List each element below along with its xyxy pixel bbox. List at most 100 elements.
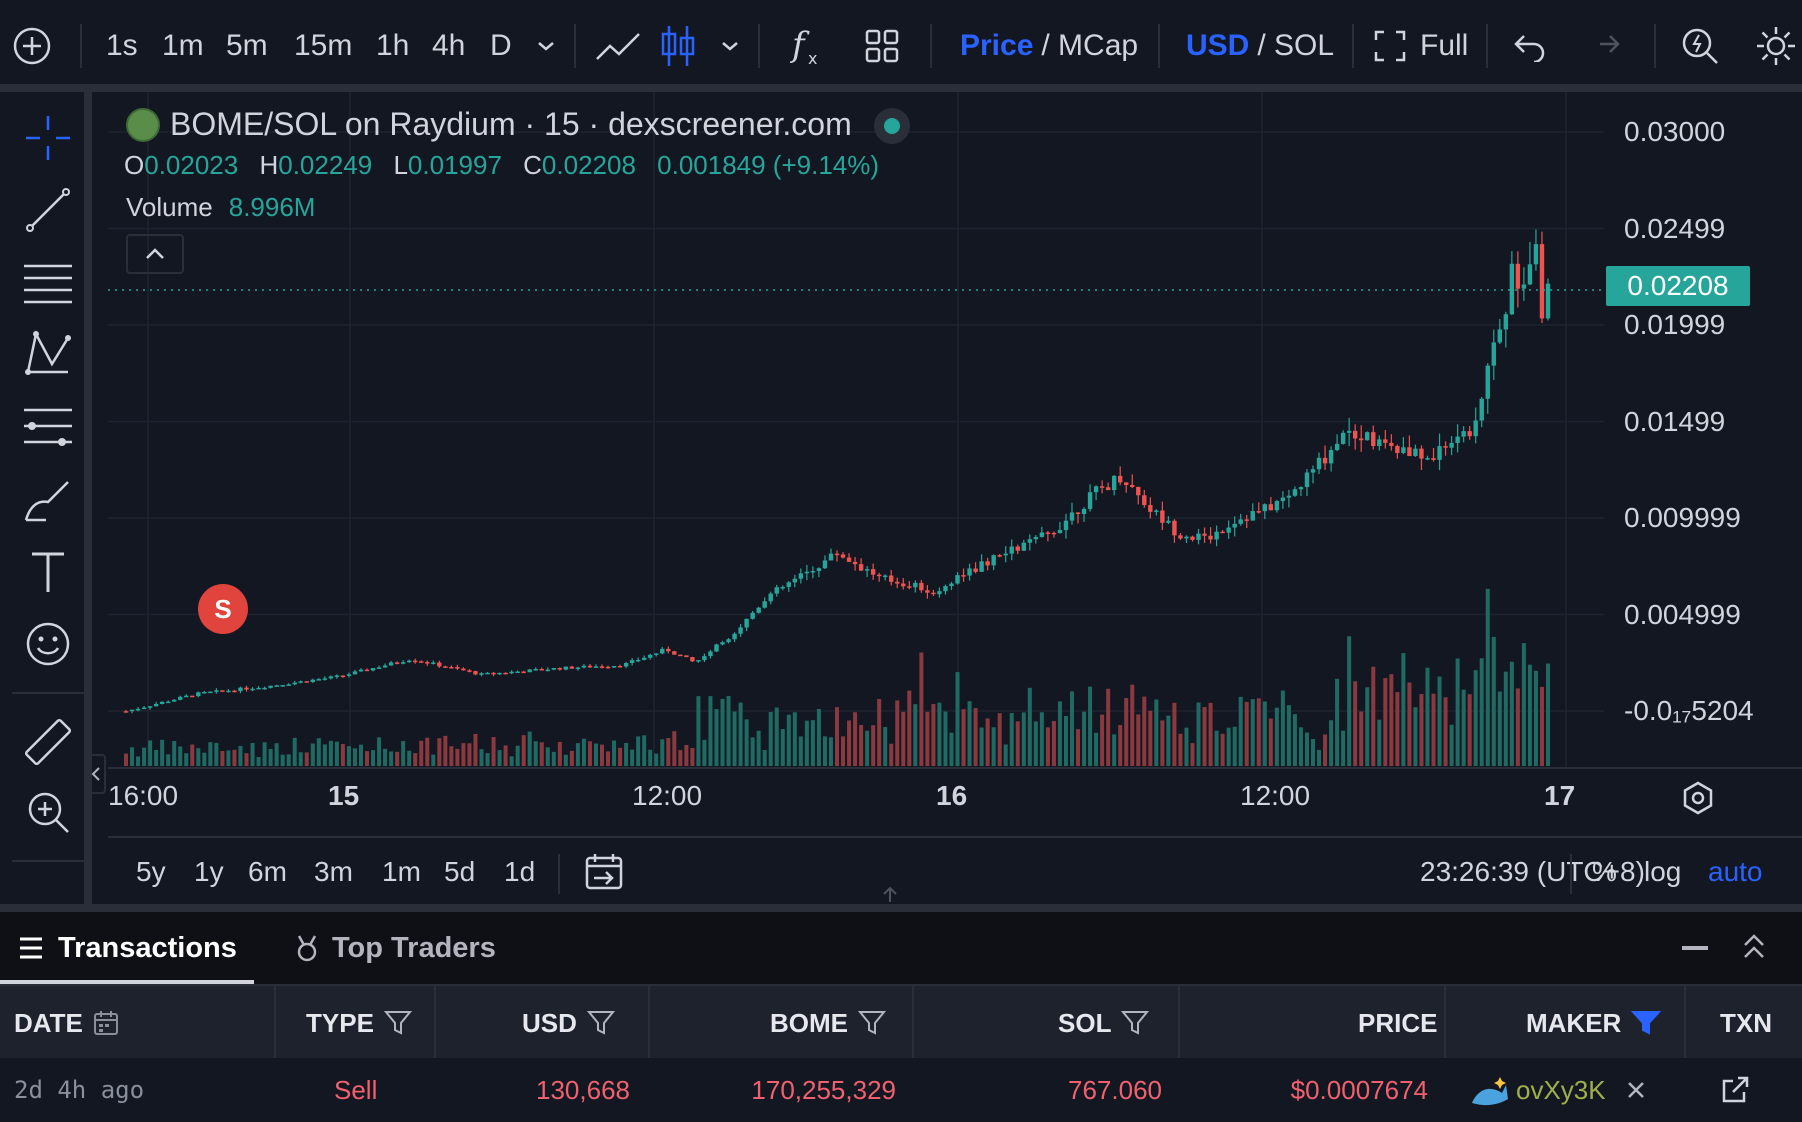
- volume-bar: [979, 727, 984, 766]
- text-tool-icon[interactable]: [18, 542, 78, 602]
- candle-body: [955, 575, 960, 584]
- candle-body: [931, 592, 936, 595]
- candle-body: [437, 662, 442, 667]
- timeframe-1s[interactable]: 1s: [106, 22, 138, 70]
- ohlc-legend: O0.02023 H0.02249 L0.01997 C0.02208 0.00…: [124, 150, 893, 181]
- date-column-header[interactable]: DATE: [14, 986, 119, 1060]
- forecast-icon[interactable]: [18, 396, 78, 456]
- volume-bar: [467, 743, 472, 766]
- timeframe-1h[interactable]: 1h: [376, 22, 409, 70]
- settings-gear-icon[interactable]: [1754, 22, 1798, 70]
- price-column-header[interactable]: PRICE: [1358, 986, 1437, 1060]
- price-option[interactable]: Price: [960, 29, 1033, 63]
- redo-icon[interactable]: [1586, 22, 1622, 70]
- trend-line-icon[interactable]: [18, 180, 78, 240]
- type-column-header[interactable]: TYPE: [306, 986, 412, 1060]
- candle-body: [328, 676, 334, 679]
- candle-body: [358, 669, 364, 672]
- go-to-date-icon[interactable]: [584, 852, 624, 897]
- volume-bar: [1094, 732, 1099, 766]
- price-chart[interactable]: [108, 92, 1802, 836]
- expand-panel-icon[interactable]: [1742, 932, 1766, 967]
- zoom-in-icon[interactable]: [18, 782, 78, 842]
- candle-body: [1184, 536, 1189, 539]
- sol-option[interactable]: / SOL: [1257, 29, 1334, 63]
- volume-bar: [1341, 730, 1346, 766]
- collapse-legend-button[interactable]: [126, 234, 184, 274]
- sell-marker[interactable]: S: [198, 584, 248, 634]
- volume-bar: [539, 742, 544, 766]
- auto-scale-toggle[interactable]: auto: [1708, 856, 1763, 888]
- range-3m[interactable]: 3m: [314, 856, 353, 888]
- external-link-icon[interactable]: [1720, 1058, 1750, 1122]
- panel-resize-handle[interactable]: [0, 904, 1802, 912]
- layout-grid-icon[interactable]: [864, 22, 900, 70]
- fib-retracement-icon[interactable]: [18, 252, 78, 312]
- x-tick-label: 12:00: [632, 780, 703, 811]
- volume-bar: [1280, 690, 1285, 766]
- axis-settings-icon[interactable]: [1680, 780, 1716, 821]
- tab-transactions[interactable]: Transactions: [18, 928, 237, 968]
- brush-icon[interactable]: [18, 470, 78, 530]
- maker-address[interactable]: ovXy3K: [1516, 1075, 1606, 1106]
- candlestick-icon[interactable]: [660, 22, 696, 70]
- log-scale-toggle[interactable]: log: [1644, 856, 1681, 888]
- candle-body: [1455, 436, 1460, 443]
- volume-bar: [509, 756, 514, 766]
- candle-body: [497, 672, 502, 675]
- range-1d[interactable]: 1d: [504, 856, 535, 888]
- emoji-icon[interactable]: [18, 614, 78, 674]
- fullscreen-icon: [1374, 30, 1406, 62]
- collapse-toolbar-button[interactable]: [86, 754, 106, 794]
- table-row[interactable]: 2d 4h ago Sell 130,668 170,255,329 767.0…: [0, 1058, 1802, 1122]
- timeframe-4h[interactable]: 4h: [432, 22, 465, 70]
- crosshair-icon[interactable]: [18, 108, 78, 168]
- volume-bar: [1365, 687, 1370, 766]
- range-5d[interactable]: 5d: [444, 856, 475, 888]
- candle-body: [1268, 504, 1274, 511]
- candle-body: [756, 607, 761, 613]
- tab-top-traders[interactable]: Top Traders: [294, 928, 496, 968]
- range-1m[interactable]: 1m: [382, 856, 421, 888]
- bome-column-header[interactable]: BOME: [770, 986, 886, 1060]
- sol-column-header[interactable]: SOL: [1058, 986, 1150, 1060]
- price-mcap-toggle[interactable]: Price / MCap: [960, 22, 1138, 70]
- usd-column-header[interactable]: USD: [522, 986, 615, 1060]
- volume-bar: [1015, 721, 1020, 766]
- minimize-icon[interactable]: [1682, 946, 1708, 950]
- chevron-down-icon[interactable]: [718, 22, 742, 70]
- pattern-icon[interactable]: [18, 324, 78, 384]
- candle-body: [1533, 244, 1539, 265]
- candle-body: [1081, 508, 1087, 515]
- usd-option[interactable]: USD: [1186, 29, 1249, 63]
- indicators-icon[interactable]: fx: [790, 22, 826, 70]
- row-usd: 130,668: [536, 1074, 630, 1105]
- quick-search-icon[interactable]: [1680, 22, 1720, 70]
- timeframe-5m[interactable]: 5m: [226, 22, 268, 70]
- mcap-option[interactable]: / MCap: [1041, 29, 1138, 63]
- range-6m[interactable]: 6m: [248, 856, 287, 888]
- row-sol: 767.060: [1068, 1074, 1162, 1105]
- add-symbol-icon[interactable]: [12, 22, 52, 70]
- ruler-icon[interactable]: [18, 712, 78, 772]
- undo-icon[interactable]: [1512, 22, 1548, 70]
- timeframe-15m[interactable]: 15m: [294, 22, 352, 70]
- fullscreen-button[interactable]: Full: [1374, 22, 1468, 70]
- row-maker[interactable]: ovXy3K: [1470, 1058, 1646, 1122]
- maker-column-header[interactable]: MAKER: [1526, 986, 1662, 1060]
- close-icon[interactable]: [1626, 1080, 1646, 1100]
- candle-body: [1130, 484, 1135, 487]
- range-1y[interactable]: 1y: [194, 856, 224, 888]
- volume-bar: [1142, 696, 1147, 766]
- usd-sol-toggle[interactable]: USD / SOL: [1186, 22, 1334, 70]
- candle-body: [997, 555, 1002, 557]
- percent-scale-toggle[interactable]: %: [1592, 856, 1617, 888]
- timeframe-1m[interactable]: 1m: [162, 22, 204, 70]
- line-chart-icon[interactable]: [594, 22, 642, 70]
- range-5y[interactable]: 5y: [136, 856, 166, 888]
- candle-body: [1485, 365, 1490, 399]
- volume-bar: [521, 735, 526, 766]
- chevron-down-icon[interactable]: [534, 22, 558, 70]
- timeframe-d[interactable]: D: [490, 22, 512, 70]
- candle-body: [400, 662, 406, 664]
